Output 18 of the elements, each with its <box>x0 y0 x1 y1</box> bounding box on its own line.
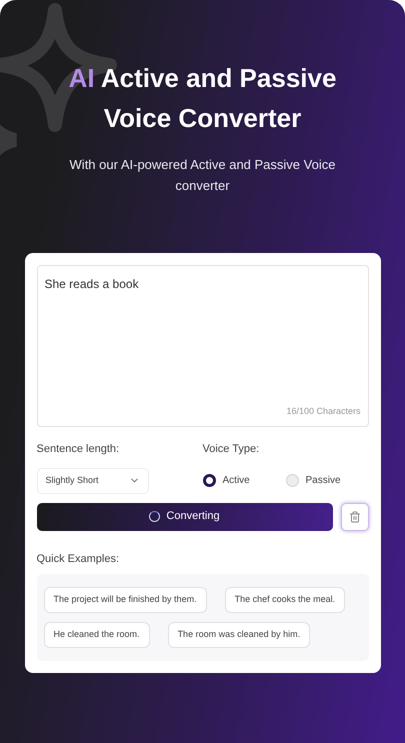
example-chip[interactable]: The room was cleaned by him. <box>168 622 310 648</box>
page-title: AI Active and Passive Voice Converter <box>68 62 338 135</box>
page-subtitle: With our AI-powered Active and Passive Voice converter <box>68 156 336 195</box>
example-chip[interactable]: The chef cooks the meal. <box>224 587 346 613</box>
delete-button[interactable] <box>340 502 368 530</box>
sentence-length-label: Sentence length: <box>36 442 120 457</box>
voice-radio-option[interactable]: Passive <box>286 473 368 488</box>
sentence-length-dropdown[interactable]: Slightly Short <box>36 468 148 494</box>
convert-button[interactable]: Converting <box>36 502 332 530</box>
input-text: She reads a book <box>44 276 140 293</box>
character-counter: 16/100 Characters <box>286 404 360 418</box>
quick-examples-label: Quick Examples: <box>36 552 120 566</box>
text-input-area[interactable]: She reads a book 16/100 Characters <box>36 265 368 427</box>
example-chip[interactable]: The project will be finished by them. <box>44 587 207 613</box>
trash-icon <box>348 510 360 522</box>
voice-radio-option[interactable]: Active <box>202 473 286 488</box>
voice-type-label: Voice Type: <box>202 442 260 457</box>
example-chip[interactable]: He cleaned the room. <box>44 622 150 648</box>
